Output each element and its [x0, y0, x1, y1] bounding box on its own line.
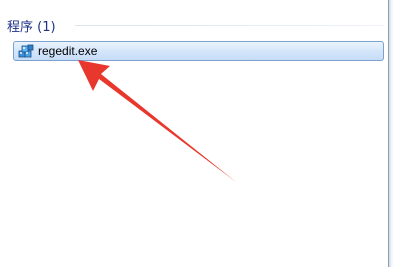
result-item-label: regedit.exe	[38, 44, 98, 58]
start-menu-search-results: 程序 (1) regedit.exe	[0, 0, 388, 267]
programs-section-title: 程序 (1)	[7, 19, 56, 35]
panel-right-edge	[388, 0, 394, 267]
section-divider	[75, 25, 384, 26]
registry-editor-icon	[18, 43, 34, 59]
result-item-regedit[interactable]: regedit.exe	[13, 41, 384, 61]
programs-section-header: 程序 (1)	[7, 16, 56, 35]
